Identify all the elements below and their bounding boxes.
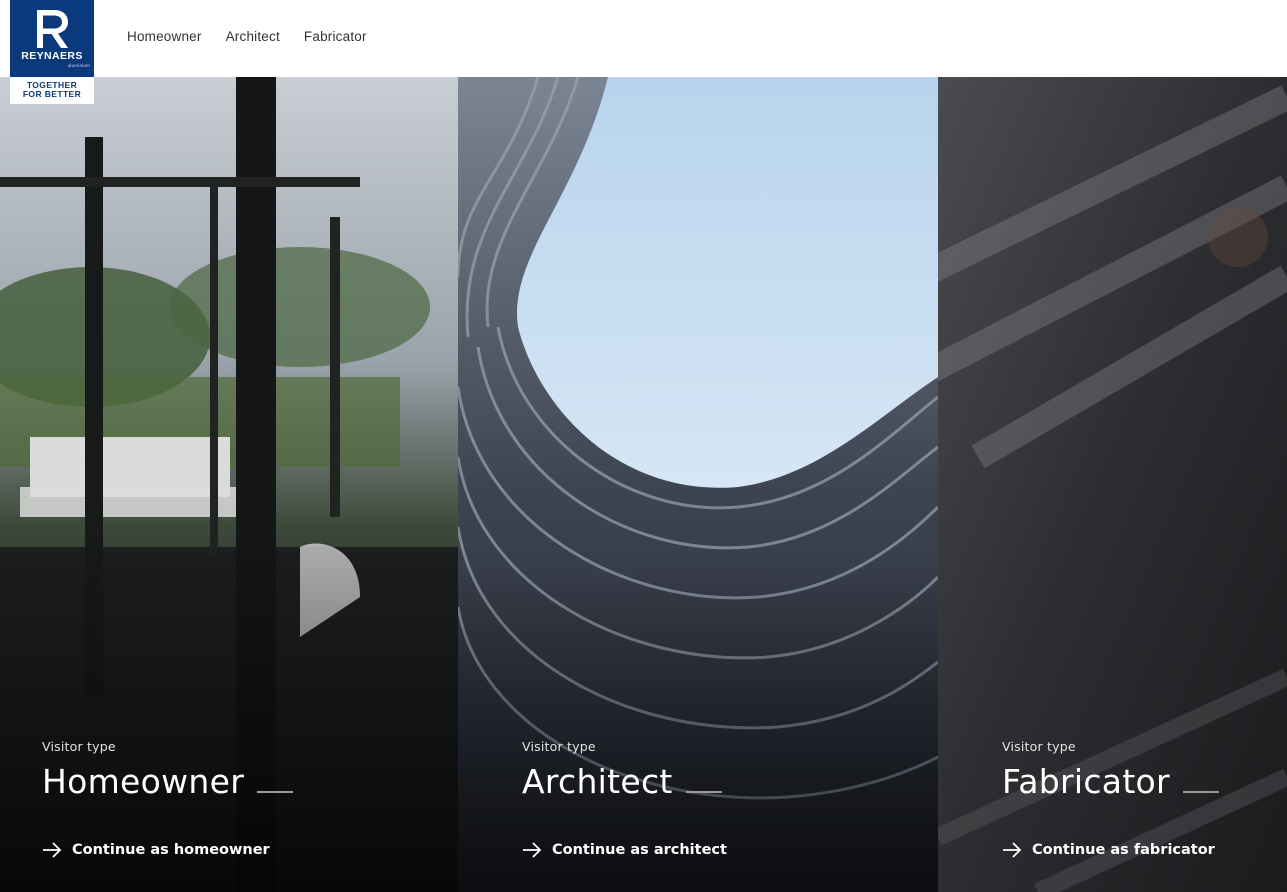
panel-title: Homeowner bbox=[42, 762, 245, 801]
main-nav: Homeowner Architect Fabricator bbox=[127, 29, 367, 44]
visitor-type-label: Visitor type bbox=[42, 739, 116, 754]
architect-caption: Visitor type Architect Continue as archi… bbox=[522, 739, 727, 858]
fabricator-caption: Visitor type Fabricator Continue as fabr… bbox=[1002, 739, 1219, 858]
visitor-type-label: Visitor type bbox=[1002, 739, 1076, 754]
panel-title: Fabricator bbox=[1002, 762, 1170, 801]
nav-architect[interactable]: Architect bbox=[226, 29, 280, 44]
reynaers-logo[interactable]: REYNAERS aluminium TOGETHER FOR BETTER bbox=[10, 0, 94, 104]
panel-title: Architect bbox=[522, 762, 673, 801]
architect-panel[interactable]: Visitor type Architect Continue as archi… bbox=[458, 77, 938, 892]
cta-label: Continue as architect bbox=[552, 842, 727, 858]
logo-r-mark-icon bbox=[37, 10, 68, 48]
logo-tagline: TOGETHER FOR BETTER bbox=[10, 81, 94, 98]
title-row: Fabricator bbox=[1002, 763, 1219, 801]
cta-label: Continue as homeowner bbox=[72, 842, 270, 858]
homeowner-caption: Visitor type Homeowner Continue as homeo… bbox=[42, 739, 294, 858]
continue-as-homeowner-link[interactable]: Continue as homeowner bbox=[42, 842, 293, 858]
arrow-right-icon bbox=[43, 842, 62, 858]
title-dash bbox=[1182, 791, 1219, 793]
arrow-right-icon bbox=[523, 842, 542, 858]
logo-subword: aluminium bbox=[67, 63, 90, 68]
cta-label: Continue as fabricator bbox=[1032, 842, 1215, 858]
title-dash bbox=[257, 791, 294, 793]
continue-as-fabricator-link[interactable]: Continue as fabricator bbox=[1002, 842, 1219, 858]
nav-fabricator[interactable]: Fabricator bbox=[304, 29, 367, 44]
logo-badge: REYNAERS aluminium bbox=[10, 0, 94, 77]
title-row: Architect bbox=[522, 763, 727, 801]
visitor-type-label: Visitor type bbox=[522, 739, 596, 754]
title-row: Homeowner bbox=[42, 762, 294, 801]
nav-homeowner[interactable]: Homeowner bbox=[127, 29, 202, 44]
homeowner-panel[interactable]: Visitor type Homeowner Continue as homeo… bbox=[0, 77, 458, 892]
site-header: Homeowner Architect Fabricator bbox=[0, 0, 1287, 77]
fabricator-panel[interactable]: Visitor type Fabricator Continue as fabr… bbox=[938, 77, 1287, 892]
title-dash bbox=[685, 791, 722, 793]
logo-wordmark: REYNAERS bbox=[21, 50, 83, 62]
arrow-right-icon bbox=[1003, 842, 1022, 858]
continue-as-architect-link[interactable]: Continue as architect bbox=[522, 842, 727, 858]
tagline-line-2: FOR BETTER bbox=[22, 88, 82, 99]
